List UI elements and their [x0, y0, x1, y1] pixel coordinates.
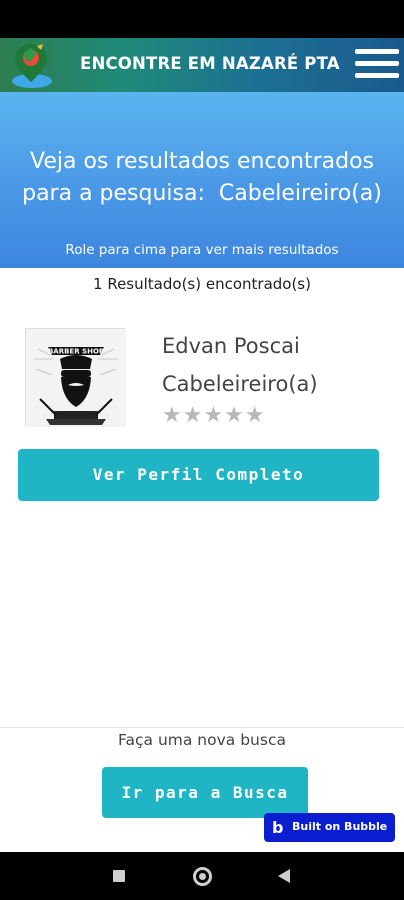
hamburger-menu-icon[interactable] — [355, 49, 399, 83]
android-nav-bar — [0, 852, 404, 900]
go-to-search-button[interactable]: Ir para a Busca — [102, 767, 308, 818]
circle-home-icon[interactable] — [193, 867, 212, 886]
hero-title-line1: Veja os resultados encontrados — [30, 149, 374, 174]
section-divider — [0, 727, 404, 728]
hero-title-line2: para a pesquisa: Cabeleireiro(a) — [10, 178, 394, 210]
new-search-label: Faça uma nova busca — [118, 731, 286, 749]
status-bar — [0, 0, 404, 38]
map-pin-logo-icon[interactable] — [10, 40, 56, 90]
star-rating: ★★★★★ — [162, 403, 266, 428]
square-recents-icon[interactable] — [113, 870, 125, 882]
view-full-profile-button[interactable]: Ver Perfil Completo — [18, 449, 379, 501]
triangle-back-icon[interactable] — [278, 869, 290, 883]
result-count: 1 Resultado(s) encontrado(s) — [93, 275, 311, 293]
scroll-hint: Role para cima para ver mais resultados — [65, 242, 339, 258]
professional-category: Cabeleireiro(a) — [162, 372, 318, 396]
hero-title: Veja os resultados encontrados para a pe… — [10, 146, 394, 210]
app-header: ENCONTRE EM NAZARÉ PTA — [0, 38, 404, 92]
bubble-logo-icon: b — [272, 818, 284, 837]
search-results-hero: Veja os resultados encontrados para a pe… — [0, 92, 404, 268]
professional-name[interactable]: Edvan Poscai — [162, 334, 300, 358]
bubble-badge-label: Built on Bubble — [292, 820, 388, 833]
hero-title-prefix: para a pesquisa: — [22, 181, 205, 206]
built-on-bubble-badge[interactable]: b Built on Bubble — [264, 813, 395, 842]
app-title: ENCONTRE EM NAZARÉ PTA — [80, 54, 340, 73]
search-term: Cabeleireiro(a) — [218, 181, 382, 206]
svg-text:BARBER SHOP: BARBER SHOP — [48, 348, 104, 356]
profile-thumbnail[interactable]: BARBER SHOP — [25, 328, 126, 427]
